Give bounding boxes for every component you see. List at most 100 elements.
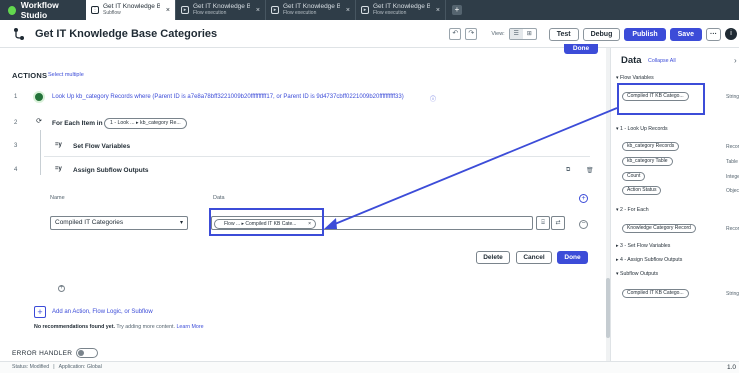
learn-more-link[interactable]: Learn More — [176, 324, 203, 330]
execution-icon: ▸ — [271, 6, 279, 14]
view-toggle: ☰ ⊞ — [508, 28, 537, 40]
execution-icon: ▸ — [181, 6, 189, 14]
step-2-for-each[interactable]: For Each Item in — [52, 120, 103, 127]
collapse-all-link[interactable]: Collapse All — [648, 58, 676, 64]
no-recs-text: Try adding more content. — [114, 324, 177, 330]
diagram-view-icon[interactable]: ⊞ — [523, 29, 536, 39]
close-tab-icon[interactable]: × — [436, 7, 440, 14]
data-pill-action-status[interactable]: Action Status — [622, 186, 662, 195]
copy-icon[interactable]: ⧉ — [566, 167, 570, 174]
close-tab-icon[interactable]: × — [346, 7, 350, 14]
data-type: Table — [726, 159, 738, 165]
flow-icon — [14, 27, 24, 40]
data-type: Records — [726, 144, 739, 150]
more-options-button[interactable]: ··· — [706, 27, 721, 41]
data-type: String — [726, 291, 739, 297]
section-set-flow-variables[interactable]: ▸ 3 - Set Flow Variables — [616, 243, 670, 249]
remove-output-icon[interactable]: − — [579, 220, 588, 229]
data-type: String — [726, 94, 739, 100]
brand: Workflow Studio — [0, 0, 86, 20]
add-action-icon[interactable]: + — [34, 306, 46, 318]
step-1-lookup[interactable]: Look Up kb_category Records where (Paren… — [52, 94, 404, 100]
data-panel: Data Collapse All › ▾ Flow Variables Com… — [610, 48, 739, 361]
select-multiple-link[interactable]: Select multiple — [48, 72, 84, 78]
data-pill-kb-category-records[interactable]: kb_category Records — [622, 142, 680, 151]
tab-title: Get IT Knowledge Base — [193, 3, 250, 10]
debug-button[interactable]: Debug — [582, 27, 621, 41]
section-for-each[interactable]: ▾ 2 - For Each — [616, 207, 649, 213]
actions-heading: ACTIONS — [12, 71, 48, 80]
data-type: Object — [726, 188, 739, 194]
section-subflow-outputs[interactable]: ▾ Subflow Outputs — [616, 271, 658, 277]
add-action-link[interactable]: Add an Action, Flow Logic, or Subflow — [52, 309, 153, 315]
error-handler-toggle[interactable] — [76, 348, 98, 358]
application-text: Application: Global — [58, 364, 102, 370]
tab-title: Get IT Knowledge Base — [283, 3, 340, 10]
step-number: 2 — [14, 120, 18, 126]
script-icon[interactable]: ⌸ — [536, 216, 550, 230]
info-icon[interactable]: i — [725, 28, 737, 40]
close-panel-icon[interactable]: › — [734, 56, 737, 65]
data-pill-kb-category-table[interactable]: kb_category Table — [622, 157, 673, 166]
tab-flow-execution-1[interactable]: ▸ Get IT Knowledge BaseFlow execution × — [176, 0, 266, 20]
tab-flow-execution-2[interactable]: ▸ Get IT Knowledge BaseFlow execution × — [266, 0, 356, 20]
section-assign-subflow-outputs[interactable]: ▸ 4 - Assign Subflow Outputs — [616, 257, 682, 263]
set-variables-icon: =y — [55, 142, 62, 148]
data-picker-icon[interactable]: ⇄ — [551, 216, 565, 230]
close-tab-icon[interactable]: × — [166, 7, 170, 14]
tab-title: Get IT Knowledge Base — [103, 3, 160, 10]
info-circle-icon[interactable]: ⓘ — [430, 94, 436, 103]
data-panel-title: Data — [621, 55, 642, 66]
status-text: Status: Modified — [12, 364, 50, 370]
step-number: 4 — [14, 167, 18, 173]
data-type: Records — [726, 226, 739, 232]
status-bar: Status: Modified | Application: Global 1.0 — [0, 361, 739, 373]
redo-button[interactable]: ↷ — [465, 28, 478, 40]
version-text: 1.0 — [726, 364, 736, 371]
data-pill-subflow-output[interactable]: Compiled IT KB Catego... — [622, 289, 689, 298]
list-view-icon[interactable]: ☰ — [509, 29, 523, 39]
undo-button[interactable]: ↶ — [449, 28, 462, 40]
flow-canvas: Done ACTIONS Select multiple 1 Look Up k… — [0, 44, 606, 361]
done-top-button[interactable]: Done — [564, 44, 598, 54]
tab-subtitle: Flow execution — [193, 10, 227, 16]
tab-subflow[interactable]: ⋮ Get IT Knowledge BaseSubflow × — [86, 0, 176, 20]
section-flow-variables[interactable]: ▾ Flow Variables — [616, 75, 654, 81]
cancel-button[interactable]: Cancel — [516, 251, 552, 264]
step-number: 1 — [14, 94, 18, 100]
view-label: View: — [491, 31, 505, 37]
add-step-icon[interactable]: + — [58, 285, 65, 292]
highlight-box-flow-variable — [617, 83, 705, 115]
tab-title: Get IT Knowledge Base — [373, 3, 430, 10]
delete-button[interactable]: Delete — [476, 251, 510, 264]
section-look-up-records[interactable]: ▾ 1 - Look Up Records — [616, 126, 668, 132]
no-recs-bold: No recommendations found yet. — [34, 324, 115, 330]
highlight-box-data-field — [209, 208, 324, 236]
data-column-header: Data — [213, 195, 225, 201]
step-connector — [40, 130, 41, 175]
step-3-set-flow-variables[interactable]: Set Flow Variables — [73, 143, 130, 150]
execution-icon: ▸ — [361, 6, 369, 14]
new-tab-button[interactable]: + — [452, 5, 462, 15]
publish-button[interactable]: Publish — [624, 27, 666, 41]
test-button[interactable]: Test — [548, 27, 579, 41]
save-button[interactable]: Save — [669, 27, 702, 41]
delete-icon[interactable]: 🗑 — [586, 167, 594, 174]
toggle-knob — [78, 350, 84, 356]
brand-name: Workflow Studio — [20, 0, 59, 20]
data-pill-knowledge-category-record[interactable]: Knowledge Category Record — [622, 224, 696, 233]
step-4-assign-subflow-outputs[interactable]: Assign Subflow Outputs — [73, 167, 148, 174]
data-pill-count[interactable]: Count — [622, 172, 646, 181]
tab-subtitle: Flow execution — [283, 10, 317, 16]
tab-flow-execution-3[interactable]: ▸ Get IT Knowledge BaseFlow execution × — [356, 0, 446, 20]
top-bar: Workflow Studio ⋮ Get IT Knowledge BaseS… — [0, 0, 739, 20]
workflow-studio-logo-icon — [8, 5, 16, 15]
subflow-icon: ⋮ — [91, 6, 99, 14]
for-each-item-pill[interactable]: 1 - Look ... ▸ kb_category Re... — [104, 118, 187, 129]
assign-outputs-icon: =y — [55, 166, 62, 172]
output-name-select[interactable]: Compiled IT Categories ▾ — [50, 216, 188, 230]
close-tab-icon[interactable]: × — [256, 7, 260, 14]
add-output-icon[interactable]: + — [579, 194, 588, 203]
output-name-value: Compiled IT Categories — [55, 219, 124, 226]
done-button[interactable]: Done — [557, 251, 588, 264]
